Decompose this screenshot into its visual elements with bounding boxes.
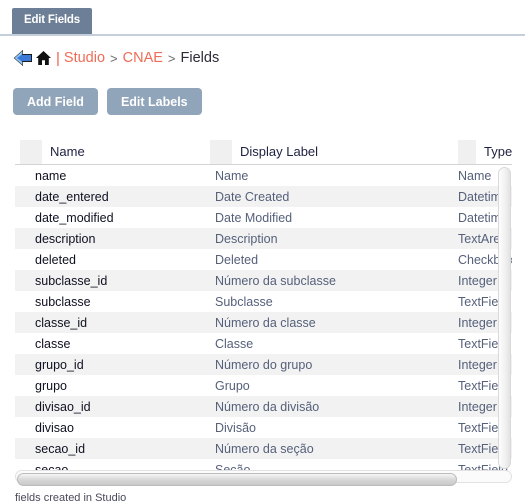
- table-row[interactable]: grupo_id Número do grupo Integer: [15, 354, 512, 375]
- grid-vertical-scrollbar-thumb[interactable]: [498, 167, 511, 469]
- action-toolbar: Add Field Edit Labels: [13, 88, 202, 115]
- breadcrumb-separator-1: >: [110, 50, 118, 66]
- grid-cell-display-label: Date Created: [215, 189, 290, 204]
- table-row[interactable]: subclasse_id Número da subclasse Integer: [15, 270, 512, 291]
- grid-horizontal-scrollbar-thumb[interactable]: [17, 473, 457, 486]
- grid-horizontal-scrollbar[interactable]: [15, 468, 512, 486]
- grid-cell-display-label: Número da classe: [215, 315, 316, 330]
- grid-cell-name: deleted: [35, 252, 77, 267]
- fields-grid: Name Display Label Type name Name Name date…: [15, 139, 512, 486]
- grid-cell-display-label: Classe: [215, 336, 254, 351]
- grid-cell-name: date_entered: [35, 189, 109, 204]
- grid-horizontal-scrollbar-track[interactable]: [15, 470, 512, 486]
- column-resize-handle-icon[interactable]: [210, 139, 232, 164]
- grid-cell-display-label: Divisão: [215, 420, 256, 435]
- grid-cell-name: secao_id: [35, 441, 86, 456]
- table-row[interactable]: divisao_id Número da divisão Integer: [15, 396, 512, 417]
- grid-cell-display-label: Número da divisão: [215, 399, 320, 414]
- table-row[interactable]: divisao Divisão TextField: [15, 417, 512, 438]
- column-header-name-label: Name: [50, 144, 85, 159]
- grid-vertical-scrollbar[interactable]: [496, 165, 512, 471]
- breadcrumb-item-studio[interactable]: Studio: [64, 50, 105, 66]
- table-row[interactable]: subclasse Subclasse TextField: [15, 291, 512, 312]
- column-header-display-label-label: Display Label: [240, 144, 319, 159]
- tab-edit-fields[interactable]: Edit Fields: [12, 8, 92, 34]
- edit-labels-button[interactable]: Edit Labels: [106, 88, 202, 115]
- back-arrow-icon[interactable]: [13, 50, 33, 66]
- grid-cell-display-label: Número da seção: [215, 441, 314, 456]
- grid-footer-status: fields created in Studio: [15, 492, 127, 504]
- grid-cell-name: grupo_id: [35, 357, 84, 372]
- grid-cell-name: divisao: [35, 420, 74, 435]
- grid-cell-display-label: Número do grupo: [215, 357, 313, 372]
- table-row[interactable]: secao_id Número da seção TextField: [15, 438, 512, 459]
- table-row[interactable]: classe_id Número da classe Integer: [15, 312, 512, 333]
- grid-cell-display-label: Deleted: [215, 252, 259, 267]
- grid-cell-name: grupo: [35, 378, 67, 393]
- breadcrumb-item-fields: Fields: [180, 50, 220, 66]
- grid-cell-name: subclasse: [35, 294, 91, 309]
- grid-cell-display-label: Description: [215, 231, 278, 246]
- table-row[interactable]: description Description TextArea: [15, 228, 512, 249]
- grid-cell-display-label: Name: [215, 168, 249, 183]
- tab-strip: Edit Fields: [0, 0, 525, 36]
- grid-cell-display-label: Subclasse: [215, 294, 273, 309]
- grid-cell-name: divisao_id: [35, 399, 91, 414]
- grid-cell-name: classe_id: [35, 315, 88, 330]
- grid-cell-name: classe: [35, 336, 71, 351]
- grid-cell-display-label: Grupo: [215, 378, 250, 393]
- column-header-type-label: Type: [484, 144, 512, 159]
- grid-cell-display-label: Date Modified: [215, 210, 293, 225]
- breadcrumb-item-cnae[interactable]: CNAE: [123, 50, 163, 66]
- grid-body: name Name Name date_entered Date Created Date…: [15, 165, 512, 471]
- tab-strip-underline: [0, 34, 525, 36]
- grid-cell-display-label: Número da subclasse: [215, 273, 336, 288]
- grid-cell-name: subclasse_id: [35, 273, 108, 288]
- home-icon[interactable]: [35, 50, 52, 66]
- table-row[interactable]: name Name Name: [15, 165, 512, 186]
- breadcrumb-separator-2: >: [167, 50, 176, 66]
- grid-cell-name: description: [35, 231, 96, 246]
- breadcrumb-pipe: |: [56, 49, 60, 67]
- column-header-display-label[interactable]: Display Label: [210, 139, 450, 164]
- grid-header-row: Name Display Label Type: [15, 139, 512, 165]
- grid-cell-name: name: [35, 168, 67, 183]
- column-header-type[interactable]: Type: [458, 139, 512, 164]
- table-row[interactable]: date_entered Date Created Datetime: [15, 186, 512, 207]
- table-row[interactable]: date_modified Date Modified Datetime: [15, 207, 512, 228]
- table-row[interactable]: classe Classe TextField: [15, 333, 512, 354]
- column-header-name[interactable]: Name: [20, 139, 210, 164]
- grid-cell-name: date_modified: [35, 210, 114, 225]
- breadcrumb: | Studio > CNAE > Fields: [13, 47, 219, 69]
- column-resize-handle-icon[interactable]: [20, 139, 42, 164]
- column-resize-handle-icon[interactable]: [458, 139, 476, 164]
- add-field-button[interactable]: Add Field: [13, 88, 98, 115]
- table-row[interactable]: grupo Grupo TextField: [15, 375, 512, 396]
- table-row[interactable]: deleted Deleted Checkbox: [15, 249, 512, 270]
